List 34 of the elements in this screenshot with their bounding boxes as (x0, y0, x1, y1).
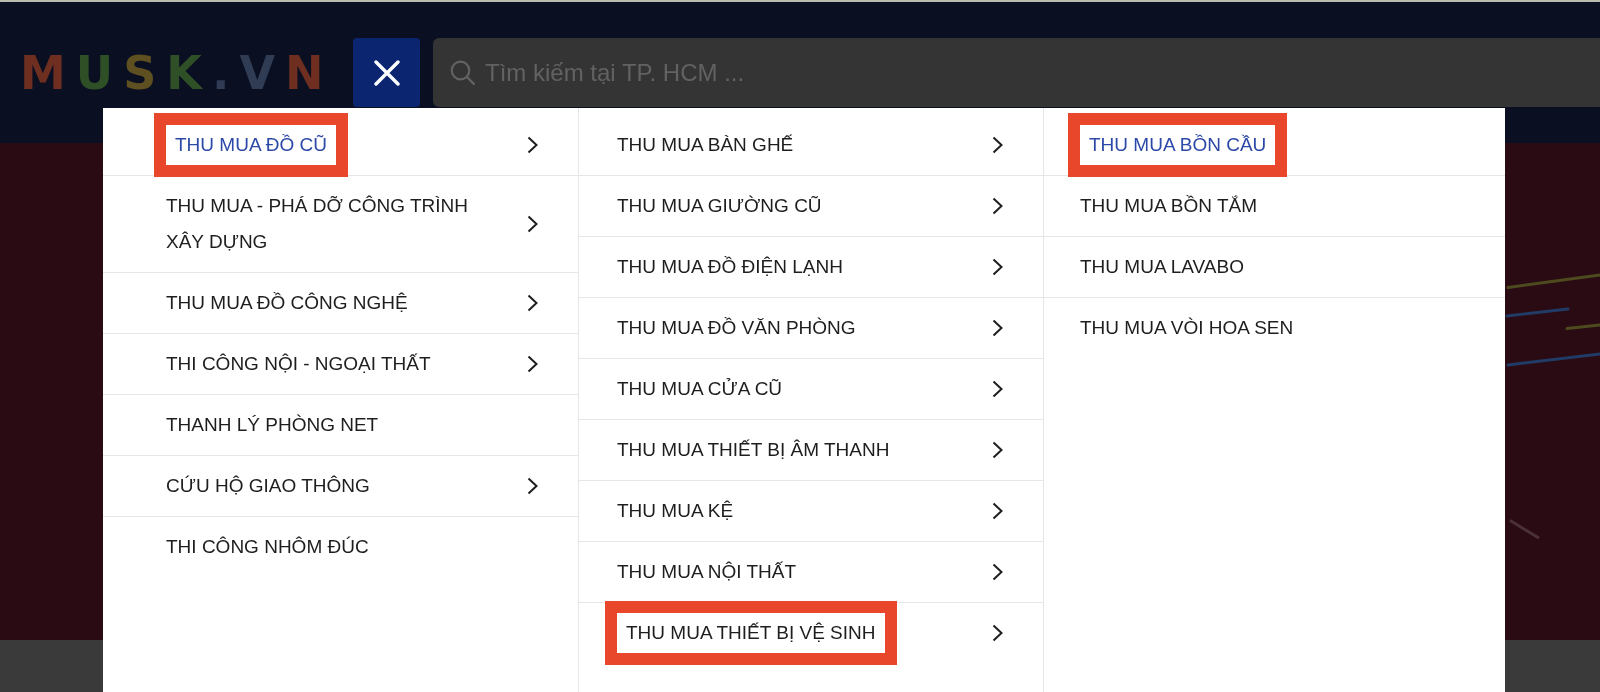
close-button[interactable] (353, 38, 420, 107)
search-icon (450, 60, 475, 85)
menu-item[interactable]: THU MUA VÒI HOA SEN (1044, 298, 1505, 358)
chevron-right-icon (992, 624, 1003, 642)
chevron-right-icon (992, 380, 1003, 398)
menu-item[interactable]: CỨU HỘ GIAO THÔNG (103, 456, 578, 517)
menu-item[interactable]: THU MUA BỒN TẮM (1044, 176, 1505, 237)
menu-item[interactable]: THU MUA ĐỒ ĐIỆN LẠNH (579, 237, 1043, 298)
chevron-right-icon (992, 563, 1003, 581)
menu-item[interactable]: THI CÔNG NỘI - NGOẠI THẤT (103, 334, 578, 395)
menu-item[interactable]: THU MUA LAVABO (1044, 237, 1505, 298)
menu-item[interactable]: THU MUA - PHÁ DỠ CÔNG TRÌNH XÂY DỰNG (103, 176, 578, 273)
chevron-right-icon (992, 319, 1003, 337)
chevron-right-icon (992, 197, 1003, 215)
menu-item[interactable]: THU MUA ĐỒ CŨ (103, 115, 578, 176)
menu-item[interactable]: THU MUA CỬA CŨ (579, 359, 1043, 420)
chevron-right-icon (527, 477, 538, 495)
menu-item[interactable]: THU MUA BÀN GHẾ (579, 115, 1043, 176)
chevron-right-icon (527, 136, 538, 154)
menu-item[interactable]: THU MUA KỆ (579, 481, 1043, 542)
chevron-right-icon (992, 502, 1003, 520)
chevron-right-icon (527, 215, 538, 233)
chevron-right-icon (527, 355, 538, 373)
menu-item[interactable]: THU MUA GIƯỜNG CŨ (579, 176, 1043, 237)
chevron-right-icon (527, 294, 538, 312)
menu-item[interactable]: THU MUA THIẾT BỊ ÂM THANH (579, 420, 1043, 481)
menu-item[interactable]: THANH LÝ PHÒNG NET (103, 395, 578, 456)
menu-item[interactable]: THI CÔNG NHÔM ĐÚC (103, 517, 578, 577)
menu-item[interactable]: THU MUA ĐỒ VĂN PHÒNG (579, 298, 1043, 359)
chevron-right-icon (992, 258, 1003, 276)
chevron-right-icon (992, 136, 1003, 154)
close-icon (373, 59, 400, 86)
menu-item[interactable]: THU MUA ĐỒ CÔNG NGHỆ (103, 273, 578, 334)
chevron-right-icon (992, 441, 1003, 459)
